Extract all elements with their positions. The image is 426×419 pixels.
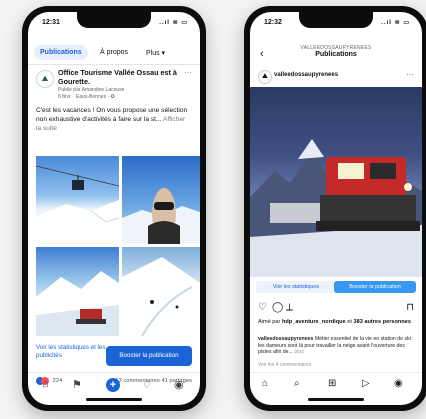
instagram-screen: 12:32 ..ıl ≋ ▭ ‹ VALLEEDOSSAUPYRENEES Pu…	[250, 12, 422, 405]
home-indicator	[86, 398, 142, 401]
snow-groomer-photo[interactable]	[250, 87, 422, 277]
page-avatar[interactable]: ⛰	[36, 70, 54, 88]
status-time: 12:32	[264, 19, 282, 26]
bottom-nav: ⌂ ⌕ ⊞ ▷ ◉	[250, 372, 422, 395]
notification-icon[interactable]: ♢	[142, 378, 152, 391]
view-comments-link[interactable]: Voir les 4 commentaires	[258, 362, 311, 368]
home-icon[interactable]: ⌂	[42, 378, 49, 390]
bottom-nav: ⌂ ⚑ + ♢ ◉	[28, 372, 200, 395]
account-avatar[interactable]: ⛰	[258, 70, 272, 84]
more-options-icon[interactable]: ···	[406, 70, 414, 79]
add-post-icon[interactable]: ⊞	[328, 378, 336, 389]
profile-icon[interactable]: ◉	[174, 378, 184, 391]
account-name[interactable]: valleedossaupyrenees	[274, 72, 338, 78]
post-buttons: Voir les statistiques Booster la publica…	[256, 281, 416, 295]
left-phone: 12:31 ..ıl ≋ ▭ Publications À propos Plu…	[22, 6, 206, 411]
likes-user: hdp_aventure_nordique	[281, 319, 346, 325]
caption-user[interactable]: valleedossaupyrenees	[258, 336, 313, 342]
more-options-icon[interactable]: ···	[184, 68, 192, 77]
snowcat-photo[interactable]	[36, 247, 119, 336]
stats-button[interactable]: Voir les statistiques	[256, 281, 336, 293]
post-text: C'est les vacances ! On vous propose une…	[36, 106, 192, 133]
home-indicator	[308, 398, 364, 401]
caption-more-link[interactable]: plus	[294, 349, 304, 355]
tab-more[interactable]: Plus ▾	[140, 45, 171, 61]
tab-about[interactable]: À propos	[94, 45, 134, 60]
post-photo-grid	[36, 156, 200, 336]
divider	[28, 64, 200, 65]
heart-icon[interactable]: ♡	[258, 302, 267, 313]
bookmark-icon[interactable]: ⊓	[406, 302, 414, 313]
search-icon[interactable]: ⌕	[294, 378, 300, 389]
stats-link[interactable]: Voir les statistiques et les publicités	[36, 344, 116, 360]
boost-button[interactable]: Booster la publication	[334, 281, 416, 293]
likes-suffix: et	[347, 319, 352, 325]
tab-publications[interactable]: Publications	[34, 45, 88, 60]
post-published-by: Publié par Amandine Lacouse	[58, 87, 125, 93]
likes-others: 383 autres personnes	[353, 319, 411, 325]
sunglasses-photo[interactable]	[122, 156, 200, 244]
right-phone: 12:32 ..ıl ≋ ▭ ‹ VALLEEDOSSAUPYRENEES Pu…	[244, 6, 426, 411]
post-author-row: ⛰ valleedossaupyrenees ···	[258, 69, 414, 85]
status-icons: ..ıl ≋ ▭	[159, 20, 188, 26]
home-icon[interactable]: ⌂	[262, 378, 268, 389]
post-meta: Publié par Amandine Lacouse 6 févr. · Ea…	[58, 87, 124, 101]
page-title: Publications	[315, 51, 357, 58]
profile-icon[interactable]: ◉	[394, 378, 403, 389]
share-icon[interactable]: ⟂	[286, 302, 293, 313]
post-author[interactable]: Office Tourisme Vallée Ossau est à Goure…	[58, 68, 178, 86]
phone-notch	[77, 12, 151, 28]
status-icons: ..ıl ≋ ▭	[381, 20, 410, 26]
post-actions: ♡ ◯ ⟂ ⊓	[258, 302, 414, 316]
instagram-header: ‹ VALLEEDOSSAUPYRENEES Publications	[250, 42, 422, 68]
status-time: 12:31	[42, 19, 60, 26]
post-date-location: 6 févr. · Eaux-Bonnes · ✪	[58, 94, 115, 100]
page-tabs: Publications À propos Plus ▾	[34, 42, 194, 62]
post-caption: valleedossaupyrenees Métier essentiel de…	[258, 336, 414, 356]
phone-notch	[299, 12, 373, 28]
chairlift-photo[interactable]	[36, 156, 119, 244]
likes-prefix: Aimé par	[258, 319, 281, 325]
comment-icon[interactable]: ◯	[272, 302, 283, 313]
facebook-screen: 12:31 ..ıl ≋ ▭ Publications À propos Plu…	[28, 12, 200, 405]
boost-button[interactable]: Booster la publication	[106, 346, 192, 366]
flag-icon[interactable]: ⚑	[72, 378, 82, 391]
add-icon[interactable]: +	[106, 378, 120, 392]
likes-text[interactable]: Aimé par hdp_aventure_nordique et 383 au…	[258, 319, 414, 326]
ski-slope-photo[interactable]	[122, 247, 200, 336]
back-icon[interactable]: ‹	[260, 48, 264, 60]
post-actions: Voir les statistiques et les publicités …	[36, 344, 192, 370]
reels-icon[interactable]: ▷	[362, 378, 370, 389]
